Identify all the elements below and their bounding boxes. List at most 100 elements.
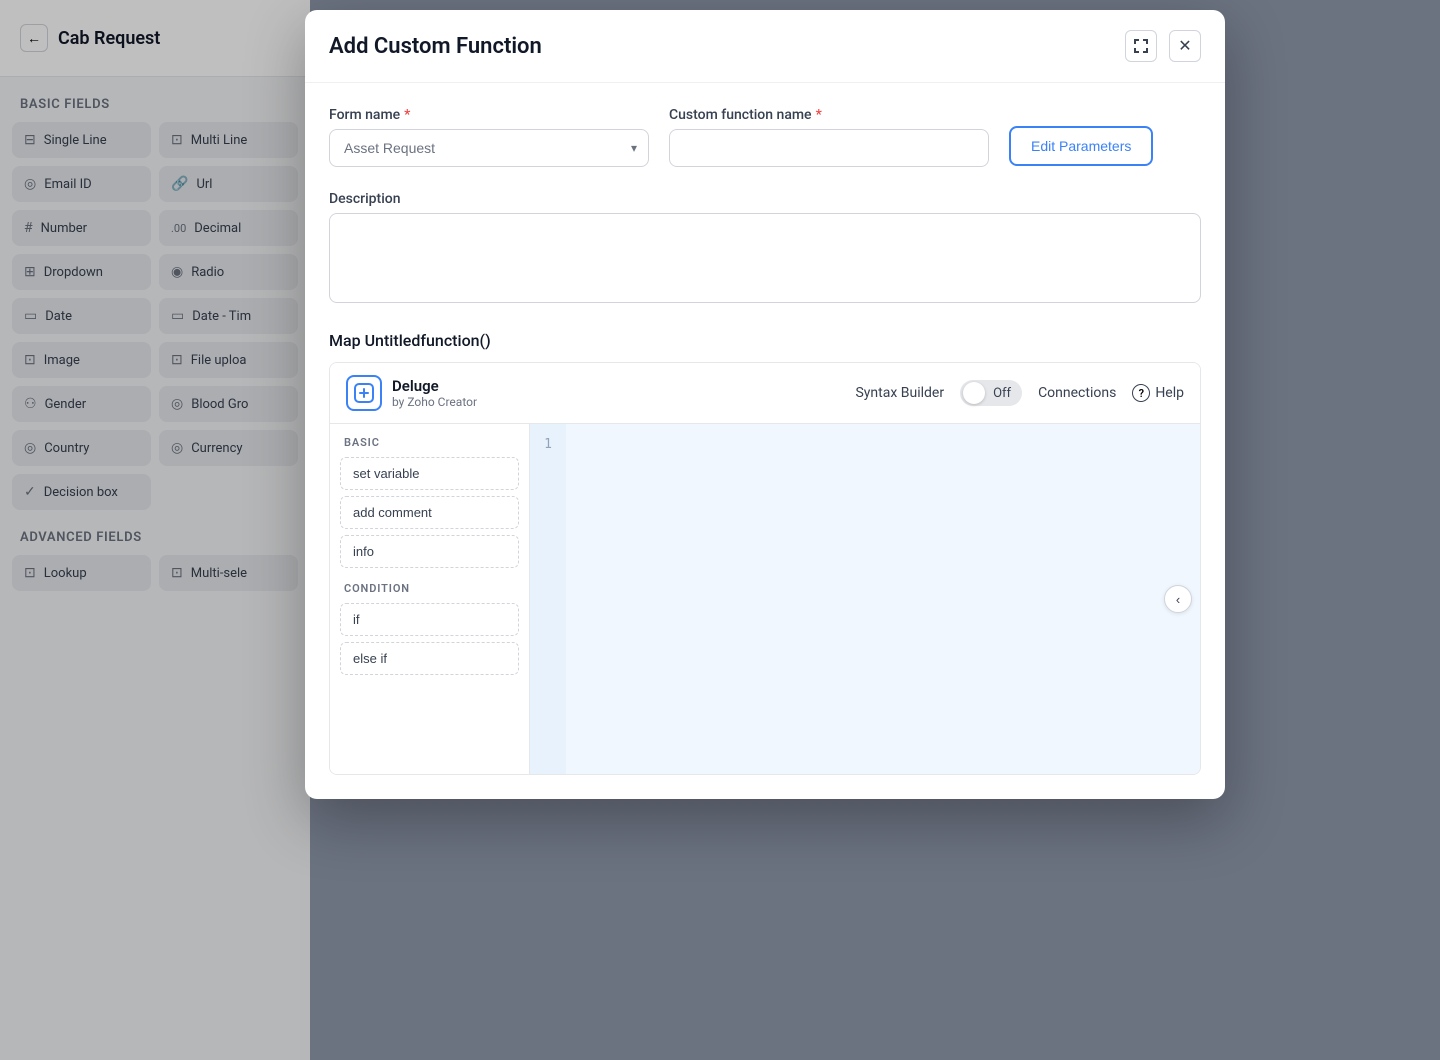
field-single-line[interactable]: ⊟ Single Line — [12, 122, 151, 158]
syntax-builder-toggle[interactable]: Off — [960, 380, 1022, 406]
single-line-icon: ⊟ — [24, 132, 36, 148]
field-gender[interactable]: ⚇ Gender — [12, 386, 151, 422]
field-radio[interactable]: ◉ Radio — [159, 254, 298, 290]
multi-line-icon: ⊡ — [171, 132, 183, 148]
form-name-select-wrapper: Asset Request Cab Request ▾ — [329, 129, 649, 167]
add-comment-button[interactable]: add comment — [340, 496, 519, 529]
field-label: Date — [45, 309, 72, 324]
required-star-2: * — [816, 107, 822, 123]
deluge-panel: Deluge by Zoho Creator Syntax Builder Of… — [329, 362, 1201, 775]
help-circle-icon: ? — [1132, 384, 1150, 402]
custom-function-name-input[interactable] — [669, 129, 989, 167]
dropdown-icon: ⊞ — [24, 264, 36, 280]
deluge-controls: Syntax Builder Off Connections ? Help — [855, 380, 1184, 406]
if-button[interactable]: if — [340, 603, 519, 636]
deluge-brand-info: Deluge by Zoho Creator — [392, 377, 477, 409]
deluge-logo — [346, 375, 382, 411]
connections-label[interactable]: Connections — [1038, 385, 1116, 401]
else-if-button[interactable]: else if — [340, 642, 519, 675]
field-label: Number — [41, 221, 87, 236]
code-blocks-panel: BASIC set variable add comment info COND… — [330, 424, 530, 774]
field-label: Blood Gro — [191, 397, 248, 412]
field-dropdown[interactable]: ⊞ Dropdown — [12, 254, 151, 290]
field-label: Multi-sele — [191, 566, 247, 581]
info-button[interactable]: info — [340, 535, 519, 568]
field-date-time[interactable]: ▭ Date - Tim — [159, 298, 298, 334]
field-number[interactable]: # Number — [12, 210, 151, 246]
description-label: Description — [329, 191, 1201, 207]
field-email[interactable]: ◎ Email ID — [12, 166, 151, 202]
field-label: Decision box — [44, 485, 118, 500]
editor-area: BASIC set variable add comment info COND… — [330, 424, 1200, 774]
syntax-builder-label: Syntax Builder — [855, 385, 944, 401]
field-label: File uploa — [191, 353, 247, 368]
decimal-icon: .00 — [171, 222, 186, 235]
basic-section-label: BASIC — [340, 436, 519, 449]
toggle-circle — [963, 382, 985, 404]
field-label: Decimal — [194, 221, 241, 236]
help-label: Help — [1155, 385, 1184, 401]
form-name-select[interactable]: Asset Request Cab Request — [329, 129, 649, 167]
close-icon: ✕ — [1178, 36, 1191, 56]
lookup-icon: ⊡ — [24, 565, 36, 581]
radio-icon: ◉ — [171, 264, 183, 280]
file-upload-icon: ⊡ — [171, 352, 183, 368]
brand-name: Deluge — [392, 377, 477, 395]
brand-subtitle: by Zoho Creator — [392, 395, 477, 409]
sidebar-panel: ← Cab Request Basic fields ⊟ Single Line… — [0, 0, 310, 1060]
email-icon: ◎ — [24, 176, 36, 192]
modal-body: Form name * Asset Request Cab Request ▾ … — [305, 83, 1225, 799]
advanced-fields-label: Advanced fields — [0, 510, 310, 555]
map-section-label: Map Untitledfunction() — [329, 331, 1201, 350]
modal-header-actions: ✕ — [1125, 30, 1201, 62]
field-url[interactable]: 🔗 Url — [159, 166, 298, 202]
field-multi-line[interactable]: ⊡ Multi Line — [159, 122, 298, 158]
field-blood-group[interactable]: ◎ Blood Gro — [159, 386, 298, 422]
field-country[interactable]: ◎ Country — [12, 430, 151, 466]
field-multi-select[interactable]: ⊡ Multi-sele — [159, 555, 298, 591]
line-number: 1 — [530, 434, 566, 456]
custom-function-name-label: Custom function name * — [669, 107, 989, 123]
close-button[interactable]: ✕ — [1169, 30, 1201, 62]
condition-section-label: CONDITION — [340, 582, 519, 595]
field-label: Gender — [45, 397, 87, 412]
gender-icon: ⚇ — [24, 396, 37, 412]
field-lookup[interactable]: ⊡ Lookup — [12, 555, 151, 591]
form-row: Form name * Asset Request Cab Request ▾ … — [329, 107, 1201, 167]
sidebar-header: ← Cab Request — [0, 0, 310, 77]
field-label: Single Line — [44, 133, 107, 148]
back-button[interactable]: ← — [20, 24, 48, 52]
required-star: * — [404, 107, 410, 123]
field-decision-box[interactable]: ✓ Decision box — [12, 474, 151, 510]
modal-title: Add Custom Function — [329, 34, 542, 59]
set-variable-button[interactable]: set variable — [340, 457, 519, 490]
field-currency[interactable]: ◎ Currency — [159, 430, 298, 466]
collapse-panel-button[interactable]: ‹ — [1164, 585, 1192, 613]
field-label: Radio — [191, 265, 224, 280]
field-date[interactable]: ▭ Date — [12, 298, 151, 334]
deluge-brand: Deluge by Zoho Creator — [346, 375, 477, 411]
field-label: Country — [44, 441, 89, 456]
expand-button[interactable] — [1125, 30, 1157, 62]
help-button[interactable]: ? Help — [1132, 384, 1184, 402]
field-decimal[interactable]: .00 Decimal — [159, 210, 298, 246]
url-icon: 🔗 — [171, 176, 188, 192]
field-label: Url — [196, 177, 212, 192]
edit-parameters-button[interactable]: Edit Parameters — [1009, 126, 1153, 166]
blood-group-icon: ◎ — [171, 396, 183, 412]
field-label: Email ID — [44, 177, 91, 192]
description-section: Description — [329, 191, 1201, 307]
code-textarea[interactable] — [566, 424, 1200, 774]
field-label: Lookup — [44, 566, 87, 581]
form-name-label: Form name * — [329, 107, 649, 123]
field-label: Currency — [191, 441, 242, 456]
date-time-icon: ▭ — [171, 308, 184, 324]
field-image[interactable]: ⊡ Image — [12, 342, 151, 378]
add-custom-function-modal: Add Custom Function ✕ Form name * — [305, 10, 1225, 799]
field-file-upload[interactable]: ⊡ File uploa — [159, 342, 298, 378]
field-label: Dropdown — [44, 265, 103, 280]
line-numbers: 1 — [530, 424, 566, 774]
modal-header: Add Custom Function ✕ — [305, 10, 1225, 83]
custom-function-name-group: Custom function name * — [669, 107, 989, 167]
description-textarea[interactable] — [329, 213, 1201, 303]
